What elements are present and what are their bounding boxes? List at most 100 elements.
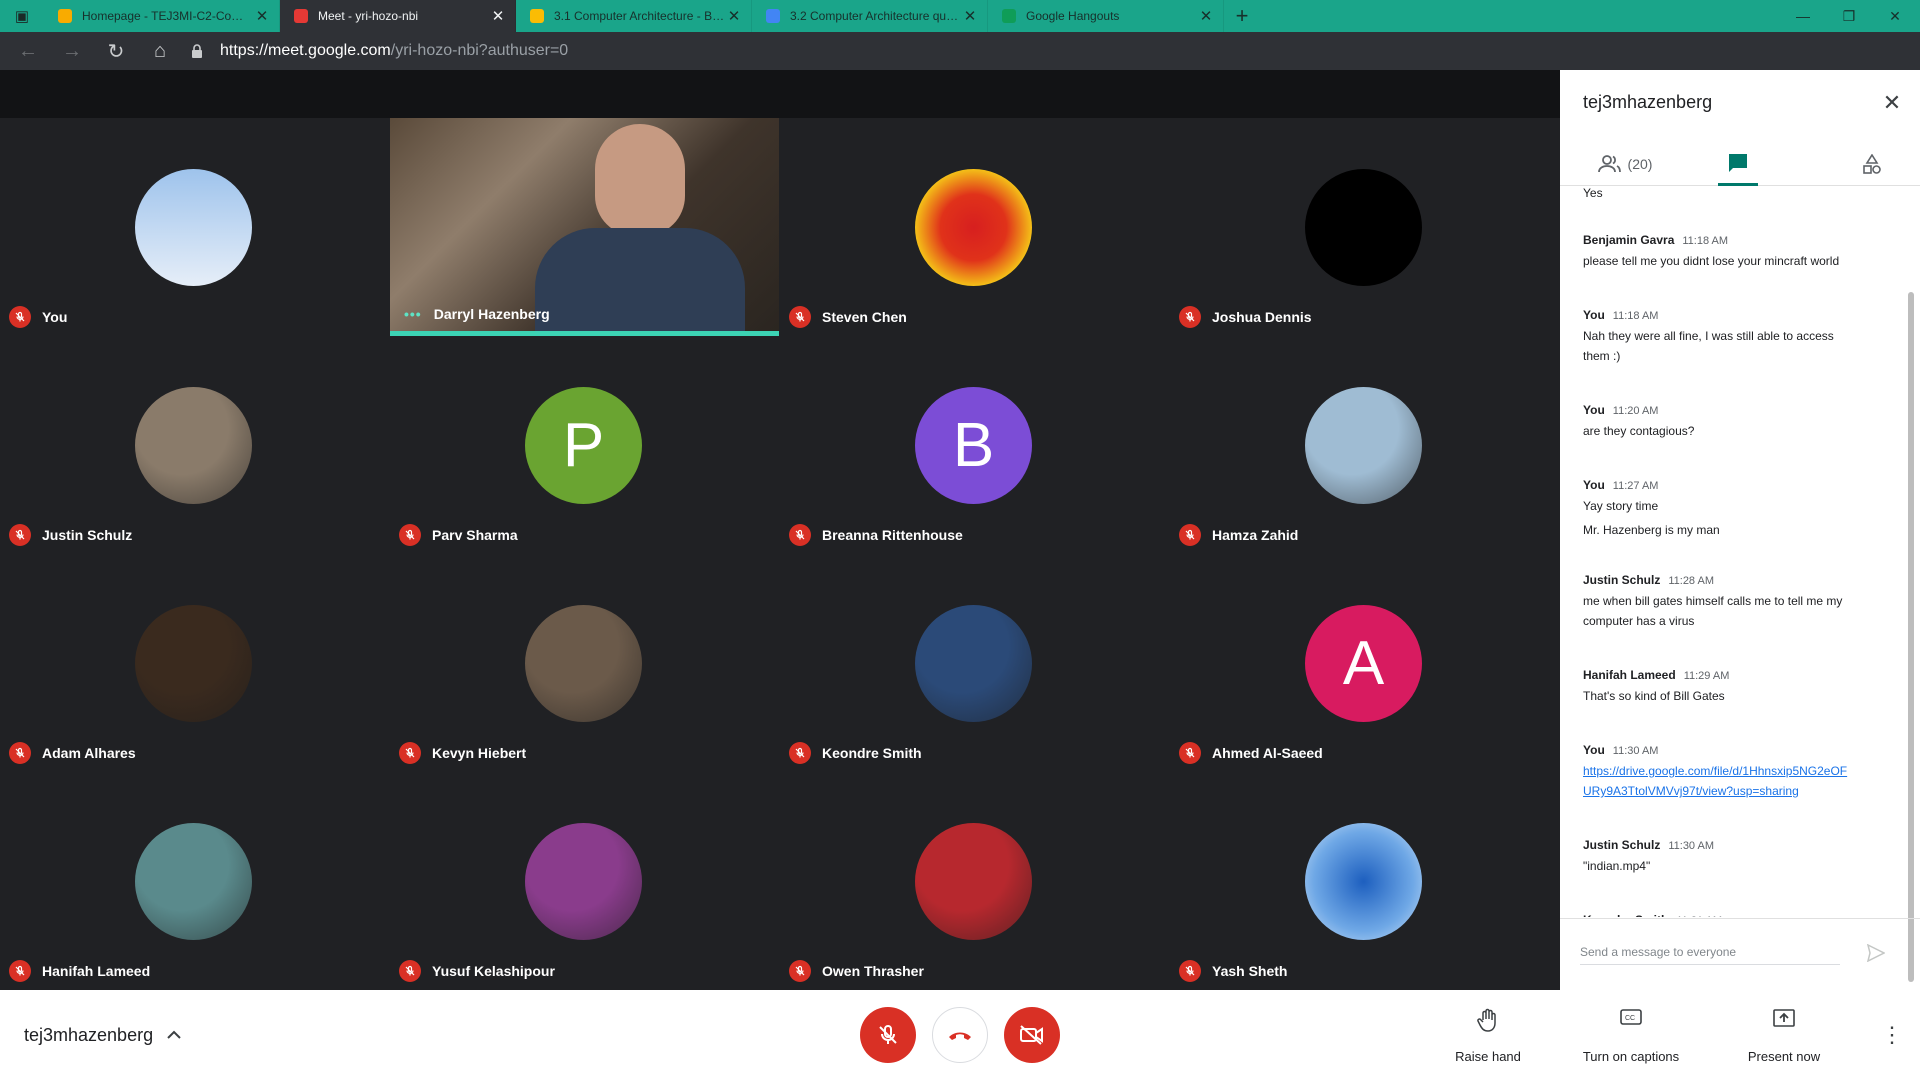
chat-message-text: are they contagious? bbox=[1583, 424, 1695, 438]
close-window-button[interactable]: ✕ bbox=[1872, 0, 1918, 32]
back-button[interactable]: ← bbox=[6, 32, 50, 70]
muted-mic-icon bbox=[789, 524, 811, 546]
browser-tab[interactable]: Google Hangouts ✕ bbox=[988, 0, 1224, 32]
browser-tab[interactable]: Homepage - TEJ3MI-C2-Computer ✕ bbox=[44, 0, 280, 32]
participant-tile[interactable]: Owen Thrasher bbox=[780, 772, 1170, 990]
chat-link[interactable]: https://drive.google.com/file/d/1Hhnsxip… bbox=[1583, 761, 1883, 781]
tab-chat[interactable] bbox=[1718, 142, 1758, 186]
participant-tile[interactable]: Hanifah Lameed bbox=[0, 772, 390, 990]
mic-off-button[interactable] bbox=[860, 1007, 916, 1063]
browser-tab[interactable]: 3.1 Computer Architecture - Blog ✕ bbox=[516, 0, 752, 32]
home-button[interactable]: ⌂ bbox=[138, 32, 182, 70]
chat-link[interactable]: URy9A3TtolVMVvj97t/view?usp=sharing bbox=[1583, 781, 1883, 801]
minimize-button[interactable]: — bbox=[1780, 0, 1826, 32]
present-icon bbox=[1773, 1009, 1795, 1027]
participant-tile[interactable]: P Parv Sharma bbox=[390, 336, 780, 554]
avatar-photo bbox=[135, 169, 252, 286]
chat-scrollbar[interactable] bbox=[1908, 292, 1914, 982]
reload-button[interactable]: ↻ bbox=[94, 32, 138, 70]
participant-grid: You ••• Darryl Hazenberg Steven Chen Joshua … bbox=[0, 118, 1560, 990]
chat-sender: You bbox=[1583, 743, 1605, 757]
participant-name-row: Adam Alhares bbox=[9, 742, 136, 764]
participant-name-row: Keondre Smith bbox=[789, 742, 922, 764]
meeting-details-toggle[interactable]: tej3mhazenberg bbox=[24, 990, 181, 1080]
participant-name: Owen Thrasher bbox=[822, 963, 924, 979]
participant-tile[interactable]: Adam Alhares bbox=[0, 554, 390, 772]
avatar-letter: P bbox=[525, 387, 642, 504]
chat-message-text: Nah they were all fine, I was still able… bbox=[1583, 329, 1834, 343]
close-tab-icon[interactable]: ✕ bbox=[961, 7, 979, 25]
chat-sender: Justin Schulz bbox=[1583, 573, 1661, 587]
chat-message: Justin Schulz 11:30 AM "indian.mp4" bbox=[1583, 835, 1883, 876]
participant-tile[interactable]: Joshua Dennis bbox=[1170, 118, 1560, 336]
people-count: (20) bbox=[1627, 156, 1653, 172]
chat-sender: You bbox=[1583, 478, 1605, 492]
participant-tile[interactable]: Justin Schulz bbox=[0, 336, 390, 554]
participant-tile[interactable]: B Breanna Rittenhouse bbox=[780, 336, 1170, 554]
participant-tile[interactable]: Yash Sheth bbox=[1170, 772, 1560, 990]
participant-tile[interactable]: Steven Chen bbox=[780, 118, 1170, 336]
leave-call-button[interactable] bbox=[932, 1007, 988, 1063]
avatar-photo bbox=[915, 169, 1032, 286]
close-tab-icon[interactable]: ✕ bbox=[489, 7, 507, 25]
forward-button[interactable]: → bbox=[50, 32, 94, 70]
participant-name-row: Parv Sharma bbox=[399, 524, 518, 546]
chat-message-text: "indian.mp4" bbox=[1583, 859, 1651, 873]
mic-off-icon bbox=[879, 1025, 897, 1044]
participant-tile[interactable]: Hamza Zahid bbox=[1170, 336, 1560, 554]
url-field[interactable]: https://meet.google.com/yri-hozo-nbi?aut… bbox=[190, 32, 1510, 70]
send-button[interactable] bbox=[1860, 937, 1892, 969]
close-tab-icon[interactable]: ✕ bbox=[253, 7, 271, 25]
muted-mic-icon bbox=[9, 960, 31, 982]
more-options-icon[interactable]: ⋮ bbox=[1880, 1020, 1904, 1050]
tab-people[interactable]: (20) bbox=[1590, 142, 1660, 186]
chat-message-text: Mr. Hazenberg is my man bbox=[1583, 523, 1720, 537]
muted-mic-icon bbox=[789, 742, 811, 764]
close-tab-icon[interactable]: ✕ bbox=[725, 7, 743, 25]
chat-message-text: That's so kind of Bill Gates bbox=[1583, 689, 1725, 703]
avatar-initial: P bbox=[562, 411, 605, 480]
participant-tile[interactable]: Kevyn Hiebert bbox=[390, 554, 780, 772]
tab-favicon-icon bbox=[530, 9, 544, 23]
avatar-photo bbox=[525, 605, 642, 722]
participant-name: Yusuf Kelashipour bbox=[432, 963, 555, 979]
avatar-photo bbox=[525, 823, 642, 940]
muted-mic-icon bbox=[9, 306, 31, 328]
people-icon bbox=[1597, 155, 1621, 173]
participant-tile[interactable]: Yusuf Kelashipour bbox=[390, 772, 780, 990]
captions-button[interactable]: CC Turn on captions bbox=[1566, 1008, 1696, 1064]
participant-name-row: Yash Sheth bbox=[1179, 960, 1287, 982]
maximize-button[interactable]: ❐ bbox=[1826, 0, 1872, 32]
new-tab-button[interactable]: + bbox=[1224, 0, 1260, 32]
speaker-shirt bbox=[535, 228, 745, 336]
meeting-top-strip bbox=[0, 70, 1560, 118]
close-tab-icon[interactable]: ✕ bbox=[1197, 7, 1215, 25]
participant-tile[interactable]: A Ahmed Al-Saeed bbox=[1170, 554, 1560, 772]
browser-tab[interactable]: 3.2 Computer Architecture quest ✕ bbox=[752, 0, 988, 32]
participant-name-row: Hanifah Lameed bbox=[9, 960, 150, 982]
muted-mic-icon bbox=[1179, 742, 1201, 764]
url-host: https://meet.google.com bbox=[220, 42, 391, 59]
participant-name-row: You bbox=[9, 306, 67, 328]
present-now-button[interactable]: Present now bbox=[1734, 1008, 1834, 1064]
url-path: /yri-hozo-nbi?authuser=0 bbox=[390, 42, 569, 59]
raise-hand-button[interactable]: Raise hand bbox=[1438, 1008, 1538, 1064]
tab-actions-menu-icon[interactable]: ▣ bbox=[0, 0, 44, 32]
chat-sender: Justin Schulz bbox=[1583, 838, 1661, 852]
chat-sender: You bbox=[1583, 308, 1605, 322]
browser-tab[interactable]: Meet - yri-hozo-nbi ✕ bbox=[280, 0, 516, 32]
chat-sender: Benjamin Gavra bbox=[1583, 233, 1675, 247]
avatar-initial: A bbox=[1342, 629, 1385, 698]
muted-mic-icon bbox=[399, 960, 421, 982]
camera-off-button[interactable] bbox=[1004, 1007, 1060, 1063]
close-panel-button[interactable]: ✕ bbox=[1875, 86, 1909, 120]
tab-favicon-icon bbox=[294, 9, 308, 23]
chat-message-header: You 11:30 AM bbox=[1583, 740, 1883, 761]
participant-tile[interactable]: You bbox=[0, 118, 390, 336]
chat-panel: tej3mhazenberg ✕ (20) Yes Benjamin Gavra 1… bbox=[1560, 70, 1920, 990]
tab-activities[interactable] bbox=[1852, 142, 1892, 186]
participant-name: Ahmed Al-Saeed bbox=[1212, 745, 1323, 761]
chat-message-input[interactable] bbox=[1580, 939, 1840, 965]
participant-tile[interactable]: ••• Darryl Hazenberg bbox=[390, 118, 779, 336]
participant-tile[interactable]: Keondre Smith bbox=[780, 554, 1170, 772]
